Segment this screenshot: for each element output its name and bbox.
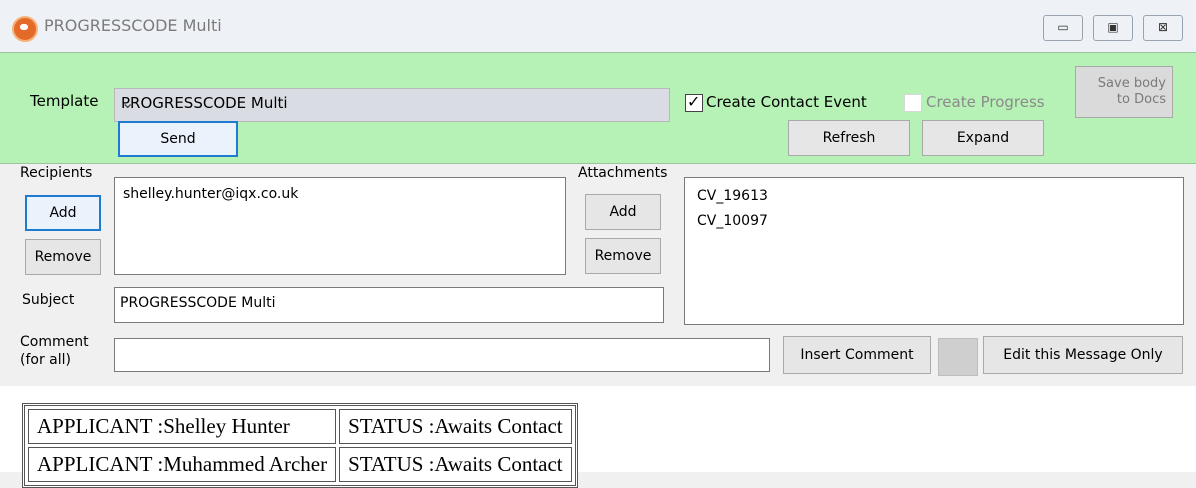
list-item[interactable]: CV_19613 <box>697 188 768 204</box>
add-attachment-button[interactable]: Add <box>585 194 661 230</box>
recipients-label: Recipients <box>20 165 93 181</box>
create-progress-label: Create Progress <box>926 93 1045 111</box>
chevron-down-icon: ⌄ <box>121 93 135 112</box>
comment-label: Comment (for all) <box>20 334 89 368</box>
template-label: Template <box>30 92 99 110</box>
create-contact-event-label: Create Contact Event <box>706 93 867 111</box>
list-item[interactable]: CV_10097 <box>697 213 768 229</box>
message-table: APPLICANT :Shelley Hunter STATUS :Awaits… <box>22 403 578 488</box>
subject-label: Subject <box>22 292 75 308</box>
minimize-button[interactable]: ▭ <box>1043 15 1083 41</box>
table-row: APPLICANT :Muhammed Archer STATUS :Await… <box>28 447 572 482</box>
blank-disabled-button[interactable] <box>938 338 978 376</box>
comment-input[interactable] <box>114 338 770 372</box>
table-row: APPLICANT :Shelley Hunter STATUS :Awaits… <box>28 409 572 444</box>
attachments-label: Attachments <box>578 165 668 181</box>
recipients-list[interactable]: shelley.hunter@iqx.co.uk <box>114 177 566 275</box>
remove-attachment-button[interactable]: Remove <box>585 238 661 274</box>
status-cell: STATUS :Awaits Contact <box>339 409 572 444</box>
send-button[interactable]: Send <box>118 121 238 157</box>
app-icon <box>12 16 38 42</box>
title-bar: PROGRESSCODE Multi ▭ ▣ ⊠ <box>0 0 1196 52</box>
applicant-cell: APPLICANT :Muhammed Archer <box>28 447 337 482</box>
remove-recipient-button[interactable]: Remove <box>25 239 101 275</box>
add-recipient-button[interactable]: Add <box>25 195 101 231</box>
window-title: PROGRESSCODE Multi <box>44 16 222 35</box>
refresh-button[interactable]: Refresh <box>788 120 910 156</box>
list-item[interactable]: shelley.hunter@iqx.co.uk <box>123 186 298 202</box>
create-contact-event-checkbox[interactable] <box>685 92 703 112</box>
template-select[interactable]: PROGRESSCODE Multi ⌄ <box>114 88 670 122</box>
save-body-to-docs-button[interactable]: Save body to Docs <box>1075 66 1173 118</box>
maximize-button[interactable]: ▣ <box>1093 15 1133 41</box>
insert-comment-button[interactable]: Insert Comment <box>783 336 931 374</box>
expand-button[interactable]: Expand <box>922 120 1044 156</box>
close-button[interactable]: ⊠ <box>1143 15 1183 41</box>
status-cell: STATUS :Awaits Contact <box>339 447 572 482</box>
attachments-list[interactable]: CV_19613 CV_10097 <box>684 177 1184 325</box>
applicant-cell: APPLICANT :Shelley Hunter <box>28 409 337 444</box>
subject-input[interactable]: PROGRESSCODE Multi <box>114 287 664 323</box>
create-progress-checkbox[interactable] <box>904 94 922 112</box>
edit-this-message-only-button[interactable]: Edit this Message Only <box>983 336 1183 374</box>
